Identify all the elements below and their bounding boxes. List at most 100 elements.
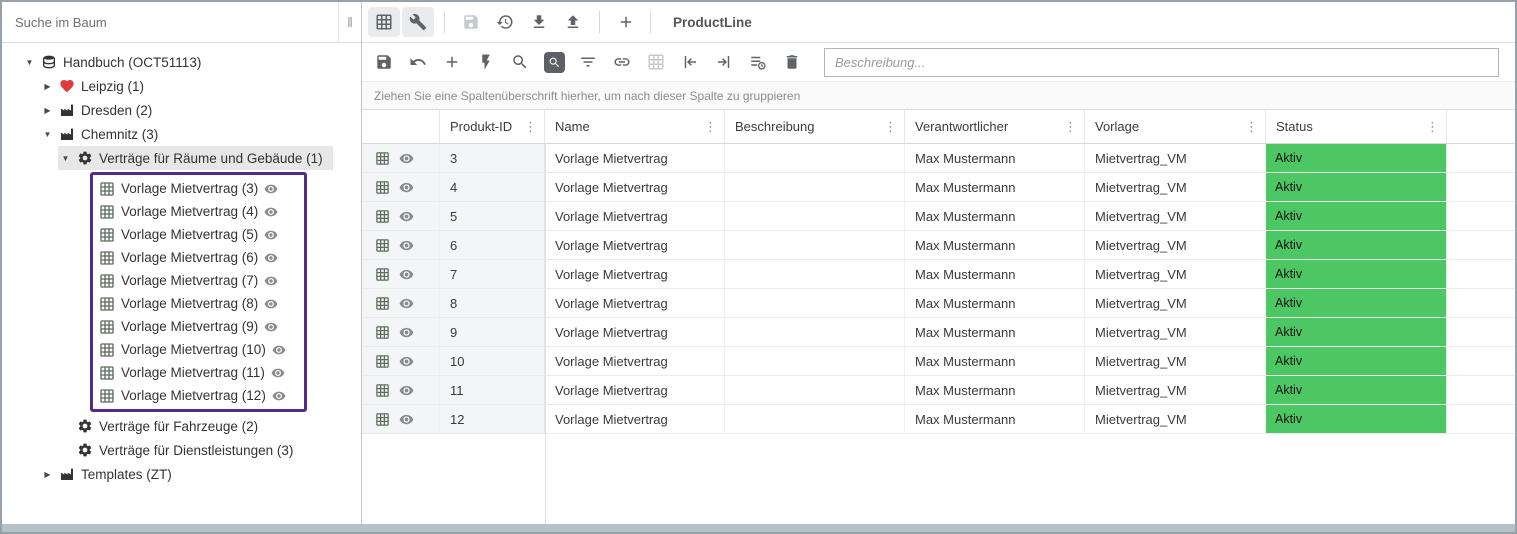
grid-icon[interactable] bbox=[375, 209, 390, 224]
indent-button[interactable] bbox=[708, 47, 740, 77]
expander-icon[interactable]: ▼ bbox=[42, 130, 53, 139]
eye-icon[interactable] bbox=[399, 151, 414, 166]
group-by-bar[interactable]: Ziehen Sie eine Spaltenüberschrift hierh… bbox=[362, 81, 1515, 110]
eye-icon[interactable] bbox=[399, 238, 414, 253]
description-filter-input[interactable] bbox=[824, 48, 1499, 77]
upload-button[interactable] bbox=[557, 7, 589, 37]
eye-icon[interactable] bbox=[264, 274, 278, 288]
column-header-id[interactable]: Produkt-ID⋮ bbox=[440, 110, 545, 143]
table-row[interactable]: 8Vorlage MietvertragMax MustermannMietve… bbox=[362, 289, 1515, 318]
table-row[interactable]: 11Vorlage MietvertragMax MustermannMietv… bbox=[362, 376, 1515, 405]
column-menu-icon[interactable]: ⋮ bbox=[1242, 119, 1261, 135]
eye-icon[interactable] bbox=[399, 209, 414, 224]
tree-item[interactable]: Vorlage Mietvertrag (11) bbox=[99, 361, 295, 384]
tab-productline[interactable]: ProductLine bbox=[673, 15, 752, 30]
tree-item[interactable]: Vorlage Mietvertrag (3) bbox=[99, 177, 288, 200]
grid-icon[interactable] bbox=[375, 151, 390, 166]
eye-icon[interactable] bbox=[399, 325, 414, 340]
table-row[interactable]: 4Vorlage MietvertragMax MustermannMietve… bbox=[362, 173, 1515, 202]
table-row[interactable]: 3Vorlage MietvertragMax MustermannMietve… bbox=[362, 144, 1515, 173]
link-button[interactable] bbox=[606, 47, 638, 77]
table-row[interactable]: 10Vorlage MietvertragMax MustermannMietv… bbox=[362, 347, 1515, 376]
tree-item[interactable]: Vorlage Mietvertrag (7) bbox=[99, 269, 288, 292]
tree-item[interactable]: Vorlage Mietvertrag (9) bbox=[99, 315, 288, 338]
eye-icon[interactable] bbox=[399, 180, 414, 195]
add-tab-button[interactable] bbox=[610, 7, 642, 37]
tree-item[interactable]: Vorlage Mietvertrag (4) bbox=[99, 200, 288, 223]
eye-icon[interactable] bbox=[272, 343, 286, 357]
linked-grid-button[interactable] bbox=[640, 47, 672, 77]
column-menu-icon[interactable]: ⋮ bbox=[881, 119, 900, 135]
eye-icon[interactable] bbox=[399, 267, 414, 282]
expander-icon[interactable]: ▼ bbox=[24, 58, 35, 67]
actions-button[interactable] bbox=[470, 47, 502, 77]
eye-icon[interactable] bbox=[264, 251, 278, 265]
grid-icon[interactable] bbox=[375, 238, 390, 253]
eye-icon[interactable] bbox=[264, 228, 278, 242]
table-row[interactable]: 6Vorlage MietvertragMax MustermannMietve… bbox=[362, 231, 1515, 260]
column-menu-icon[interactable]: ⋮ bbox=[1061, 119, 1080, 135]
restore-button[interactable] bbox=[489, 7, 521, 37]
tree-item[interactable]: Verträge für Dienstleistungen (3) bbox=[58, 438, 303, 462]
undo-button[interactable] bbox=[402, 47, 434, 77]
expander-icon[interactable]: ▼ bbox=[60, 154, 71, 163]
column-header-beschreibung[interactable]: Beschreibung⋮ bbox=[725, 110, 905, 143]
tree-item[interactable]: Vorlage Mietvertrag (6) bbox=[99, 246, 288, 269]
table-row[interactable]: 5Vorlage MietvertragMax MustermannMietve… bbox=[362, 202, 1515, 231]
grid-icon[interactable] bbox=[375, 412, 390, 427]
advanced-search-button[interactable] bbox=[538, 47, 570, 77]
tree-item[interactable]: Vorlage Mietvertrag (10) bbox=[99, 338, 296, 361]
eye-icon[interactable] bbox=[264, 182, 278, 196]
tree-item[interactable]: ▼Handbuch (OCT51113) bbox=[22, 50, 211, 74]
column-header-verantwortlicher[interactable]: Verantwortlicher⋮ bbox=[905, 110, 1085, 143]
expander-icon[interactable]: ▶ bbox=[42, 82, 53, 91]
tree-item[interactable]: Vorlage Mietvertrag (5) bbox=[99, 223, 288, 246]
outdent-button[interactable] bbox=[674, 47, 706, 77]
save-grid-button[interactable] bbox=[368, 47, 400, 77]
tree-item[interactable]: ▶Leipzig (1) bbox=[40, 74, 154, 98]
panel-splitter[interactable]: ‖ bbox=[338, 2, 361, 42]
tree-item[interactable]: ▼Verträge für Räume und Gebäude (1) bbox=[58, 146, 333, 170]
column-menu-icon[interactable]: ⋮ bbox=[701, 119, 720, 135]
tree-item[interactable]: ▶Dresden (2) bbox=[40, 98, 162, 122]
tools-button[interactable] bbox=[402, 7, 434, 37]
add-row-button[interactable] bbox=[436, 47, 468, 77]
table-row[interactable]: 12Vorlage MietvertragMax MustermannMietv… bbox=[362, 405, 1515, 434]
delete-button[interactable] bbox=[776, 47, 808, 77]
eye-icon[interactable] bbox=[264, 205, 278, 219]
grid-view-button[interactable] bbox=[368, 7, 400, 37]
eye-icon[interactable] bbox=[264, 320, 278, 334]
column-header-status[interactable]: Status⋮ bbox=[1266, 110, 1447, 143]
eye-icon[interactable] bbox=[264, 297, 278, 311]
eye-icon[interactable] bbox=[271, 366, 285, 380]
save-button[interactable] bbox=[455, 7, 487, 37]
table-row[interactable]: 9Vorlage MietvertragMax MustermannMietve… bbox=[362, 318, 1515, 347]
column-menu-icon[interactable]: ⋮ bbox=[1423, 119, 1442, 135]
eye-icon[interactable] bbox=[399, 354, 414, 369]
expander-icon[interactable]: ▶ bbox=[42, 470, 53, 479]
tree-item[interactable]: ▼Chemnitz (3) bbox=[40, 122, 168, 146]
eye-icon[interactable] bbox=[399, 296, 414, 311]
tree-item[interactable]: ▶Templates (ZT) bbox=[40, 462, 182, 486]
eye-icon[interactable] bbox=[272, 389, 286, 403]
tree-item[interactable]: Vorlage Mietvertrag (8) bbox=[99, 292, 288, 315]
expander-icon[interactable]: ▶ bbox=[42, 106, 53, 115]
grid-icon[interactable] bbox=[375, 383, 390, 398]
eye-icon[interactable] bbox=[399, 412, 414, 427]
download-button[interactable] bbox=[523, 7, 555, 37]
history-list-button[interactable] bbox=[742, 47, 774, 77]
eye-icon[interactable] bbox=[399, 383, 414, 398]
column-header-name[interactable]: Name⋮ bbox=[545, 110, 725, 143]
grid-icon[interactable] bbox=[375, 354, 390, 369]
grid-icon[interactable] bbox=[375, 296, 390, 311]
tree-search-input[interactable] bbox=[2, 2, 338, 42]
grid-icon[interactable] bbox=[375, 180, 390, 195]
grid-icon[interactable] bbox=[375, 325, 390, 340]
search-button[interactable] bbox=[504, 47, 536, 77]
horizontal-scrollbar[interactable] bbox=[2, 524, 1515, 532]
table-row[interactable]: 7Vorlage MietvertragMax MustermannMietve… bbox=[362, 260, 1515, 289]
filter-button[interactable] bbox=[572, 47, 604, 77]
grid-icon[interactable] bbox=[375, 267, 390, 282]
column-header-vorlage[interactable]: Vorlage⋮ bbox=[1085, 110, 1266, 143]
tree-item[interactable]: Verträge für Fahrzeuge (2) bbox=[58, 414, 268, 438]
